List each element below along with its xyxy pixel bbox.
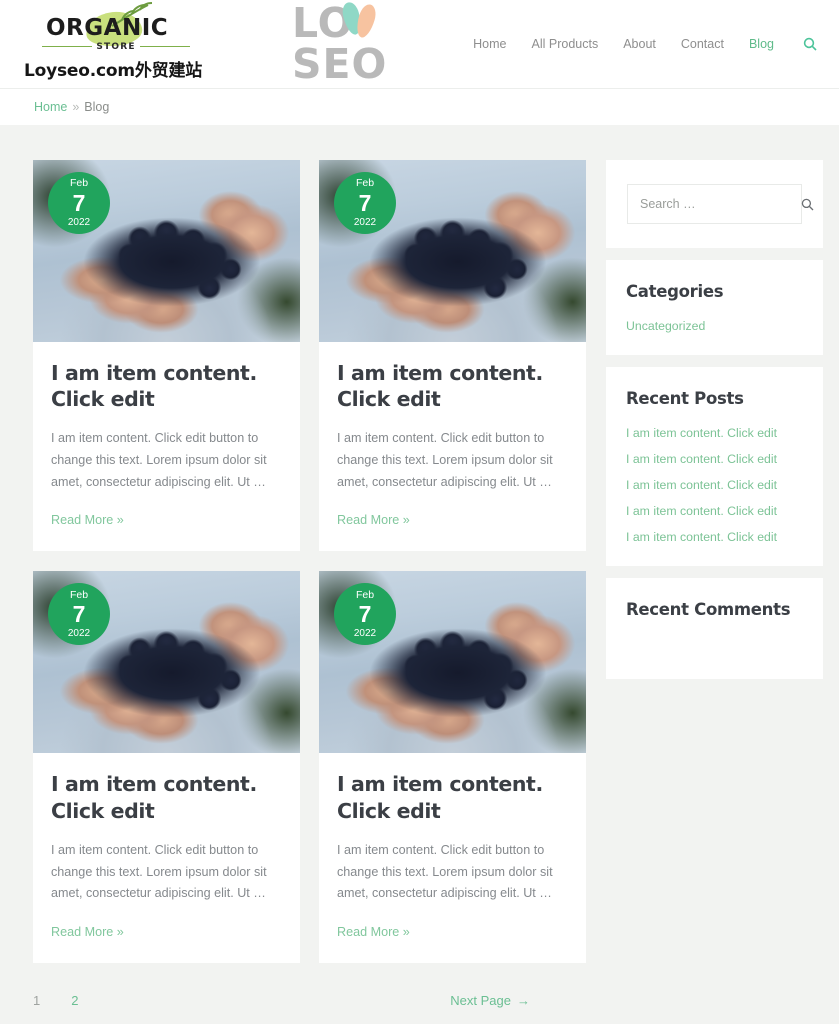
date-month: Feb [69,177,89,190]
search-submit-button[interactable] [801,198,814,211]
organic-wordmark: ORGANIC [46,14,169,41]
date-day: 7 [358,189,372,216]
recent-post-link[interactable]: I am item content. Click edit [626,504,803,518]
nav-item-contact[interactable]: Contact [681,37,724,51]
post-card[interactable]: Feb 7 2022 I am item content. Click edit… [319,571,586,963]
date-month: Feb [69,588,89,601]
nav-item-blog[interactable]: Blog [749,37,774,51]
site-header: ORGANIC STORE Loyseo.com外贸建站 LOSEO Home … [0,0,839,88]
post-title[interactable]: I am item content. Click edit [51,771,282,823]
widget-title-recent-comments: Recent Comments [626,600,791,619]
brand-subtitle: Loyseo.com外贸建站 [24,60,203,81]
post-body: I am item content. Click edit I am item … [319,342,586,551]
nav-item-about[interactable]: About [623,37,656,51]
category-link-uncategorized[interactable]: Uncategorized [626,319,803,333]
post-excerpt: I am item content. Click edit button to … [51,431,267,489]
pagination-page-2[interactable]: 2 [71,993,78,1008]
post-body: I am item content. Click edit I am item … [33,753,300,962]
post-thumbnail[interactable]: Feb 7 2022 [33,160,300,342]
date-year: 2022 [353,216,377,228]
date-badge: Feb 7 2022 [334,172,396,234]
widget-recent-posts: Recent Posts I am item content. Click ed… [606,367,823,566]
date-day: 7 [72,601,86,628]
widget-search [606,160,823,248]
breadcrumb-home[interactable]: Home [34,100,67,114]
date-year: 2022 [353,628,377,640]
post-title[interactable]: I am item content. Click edit [337,360,568,412]
pagination-next-page[interactable]: Next Page → [450,993,530,1008]
read-more-link[interactable]: Read More » [337,925,410,939]
nav-item-all-products[interactable]: All Products [532,37,599,51]
search-input[interactable] [640,197,801,211]
post-card[interactable]: Feb 7 2022 I am item content. Click edit… [319,160,586,552]
rule-right [139,46,191,47]
recent-post-link[interactable]: I am item content. Click edit [626,478,803,492]
posts-column: Feb 7 2022 I am item content. Click edit… [33,160,586,963]
organic-store-row: STORE [42,41,191,52]
rule-left [42,46,93,47]
date-badge: Feb 7 2022 [48,583,110,646]
date-day: 7 [72,189,86,216]
post-thumbnail[interactable]: Feb 7 2022 [319,571,586,754]
next-page-label: Next Page [450,992,511,1008]
arrow-right-icon: → [517,992,530,1008]
post-title[interactable]: I am item content. Click edit [51,360,282,412]
brand-block[interactable]: ORGANIC STORE Loyseo.com外贸建站 [24,1,284,81]
post-thumbnail[interactable]: Feb 7 2022 [319,160,586,342]
store-wordmark: STORE [96,41,136,52]
date-year: 2022 [67,628,91,640]
recent-post-link[interactable]: I am item content. Click edit [626,426,803,440]
widget-categories: Categories Uncategorized [606,260,823,355]
breadcrumb-separator: » [72,100,80,114]
widget-title-categories: Categories [626,282,724,301]
read-more-link[interactable]: Read More » [337,513,410,527]
read-more-link[interactable]: Read More » [51,513,124,527]
post-excerpt: I am item content. Click edit button to … [337,842,553,901]
recent-post-link[interactable]: I am item content. Click edit [626,530,803,544]
search-icon [803,37,817,51]
date-badge: Feb 7 2022 [334,583,396,646]
search-icon [801,198,814,210]
post-body: I am item content. Click edit I am item … [33,342,300,551]
post-card[interactable]: Feb 7 2022 I am item content. Click edit… [33,571,300,963]
widget-title-recent-posts: Recent Posts [626,389,744,408]
date-year: 2022 [67,216,91,228]
organic-store-logo: ORGANIC STORE [24,1,194,54]
loyseo-wordmark: LOSEO [291,0,459,88]
post-excerpt: I am item content. Click edit button to … [51,842,267,901]
search-form [627,184,814,224]
date-month: Feb [355,177,375,190]
sidebar: Categories Uncategorized Recent Posts I … [606,160,823,963]
loyseo-logo[interactable]: LOSEO [291,0,459,88]
date-month: Feb [355,588,375,601]
page-body: Feb 7 2022 I am item content. Click edit… [0,125,839,963]
widget-recent-comments: Recent Comments [606,578,823,679]
posts-grid: Feb 7 2022 I am item content. Click edit… [33,160,586,963]
loyseo-seo: SEO [291,40,388,88]
post-excerpt: I am item content. Click edit button to … [337,431,553,489]
header-search-button[interactable] [803,37,817,51]
breadcrumb-current: Blog [84,100,110,114]
date-badge: Feb 7 2022 [48,172,110,234]
date-day: 7 [358,601,372,628]
main-navigation: Home All Products About Contact Blog [473,37,817,51]
recent-post-link[interactable]: I am item content. Click edit [626,452,803,466]
pagination: 1 2 Next Page → [33,993,586,1008]
breadcrumb: Home » Blog [0,88,839,125]
nav-item-home[interactable]: Home [473,37,506,51]
post-title[interactable]: I am item content. Click edit [337,771,568,823]
post-body: I am item content. Click edit I am item … [319,753,586,962]
post-thumbnail[interactable]: Feb 7 2022 [33,571,300,754]
post-card[interactable]: Feb 7 2022 I am item content. Click edit… [33,160,300,552]
read-more-link[interactable]: Read More » [51,925,124,939]
pagination-page-1: 1 [33,992,41,1008]
